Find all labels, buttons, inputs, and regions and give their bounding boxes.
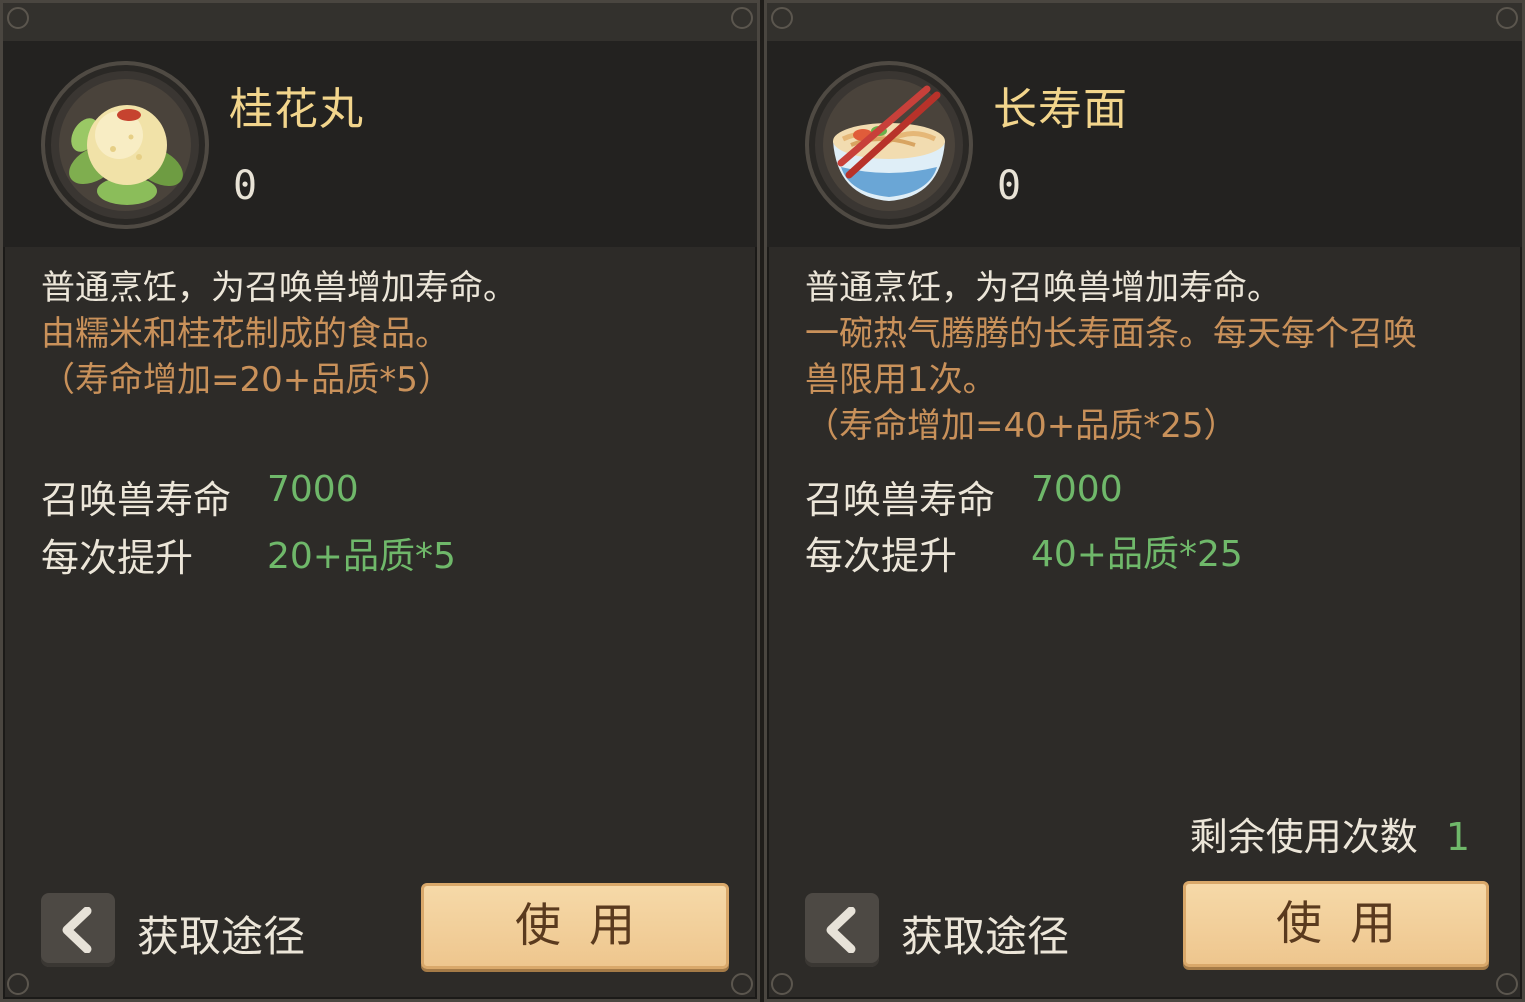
card-top-bar [767,3,1522,41]
formula-text: （寿命增加=40+品质*25） [805,406,1238,446]
formula-text: （寿命增加=20+品质*5） [41,360,452,400]
use-button[interactable]: 使用 [421,883,729,969]
chevron-left-icon [62,907,92,953]
card-top-bar [3,3,757,41]
item-description: 普通烹饪，为召唤兽增加寿命。 由糯米和桂花制成的食品。 （寿命增加=20+品质*… [41,265,733,403]
description-text: 普通烹饪，为召唤兽增加寿命。 [41,268,517,308]
corner-ornament [731,973,753,995]
item-count: 0 [997,163,1022,209]
stat-label: 每次提升 [41,536,194,580]
item-icon-frame [805,61,973,229]
stat-value: 7000 [267,469,359,510]
item-tooltips: 桂花丸 0 普通烹饪，为召唤兽增加寿命。 由糯米和桂花制成的食品。 （寿命增加=… [0,0,1525,1002]
corner-ornament [731,7,753,29]
remaining-uses: 剩余使用次数 1 [1190,806,1470,861]
description-text: 普通烹饪，为召唤兽增加寿命。 [805,268,1281,308]
flavor-text: 一碗热气腾腾的长寿面条。每天每个召唤 [805,314,1417,354]
stat-value: 7000 [1031,469,1123,510]
source-back-button[interactable] [805,893,879,967]
stat-row-increase: 每次提升 40+品质*25 [805,525,1243,580]
use-button[interactable]: 使用 [1183,881,1489,967]
corner-ornament [1496,973,1518,995]
item-count: 0 [233,163,258,209]
corner-ornament [7,7,29,29]
source-label[interactable]: 获取途径 [901,903,1069,964]
stat-row-lifespan: 召唤兽寿命 7000 [805,469,1123,524]
stat-row-increase: 每次提升 20+品质*5 [41,527,456,582]
remaining-uses-label: 剩余使用次数 [1189,815,1418,859]
corner-ornament [771,7,793,29]
stat-value: 20+品质*5 [267,536,456,577]
source-label[interactable]: 获取途径 [137,903,305,964]
stat-row-lifespan: 召唤兽寿命 7000 [41,469,359,524]
item-card-noodles: 长寿面 0 普通烹饪，为召唤兽增加寿命。 一碗热气腾腾的长寿面条。每天每个召唤 … [764,0,1525,1002]
item-name: 长寿面 [993,84,1128,135]
stat-label: 每次提升 [805,534,958,578]
remaining-uses-value: 1 [1445,815,1470,859]
osmanthus-ball-icon [59,79,191,211]
stat-label: 召唤兽寿命 [41,478,232,522]
stat-value: 40+品质*25 [1031,534,1243,575]
corner-ornament [1496,7,1518,29]
corner-ornament [7,973,29,995]
flavor-text: 由糯米和桂花制成的食品。 [41,314,449,354]
corner-ornament [771,973,793,995]
longevity-noodles-icon [823,79,955,211]
flavor-text-continued: 兽限用1次。 [805,360,997,400]
stat-label: 召唤兽寿命 [805,478,996,522]
item-card-osmanthus: 桂花丸 0 普通烹饪，为召唤兽增加寿命。 由糯米和桂花制成的食品。 （寿命增加=… [0,0,760,1002]
item-name: 桂花丸 [229,84,364,135]
chevron-left-icon [826,907,856,953]
item-description: 普通烹饪，为召唤兽增加寿命。 一碗热气腾腾的长寿面条。每天每个召唤 兽限用1次。… [805,265,1498,449]
source-back-button[interactable] [41,893,115,967]
item-icon-frame [41,61,209,229]
